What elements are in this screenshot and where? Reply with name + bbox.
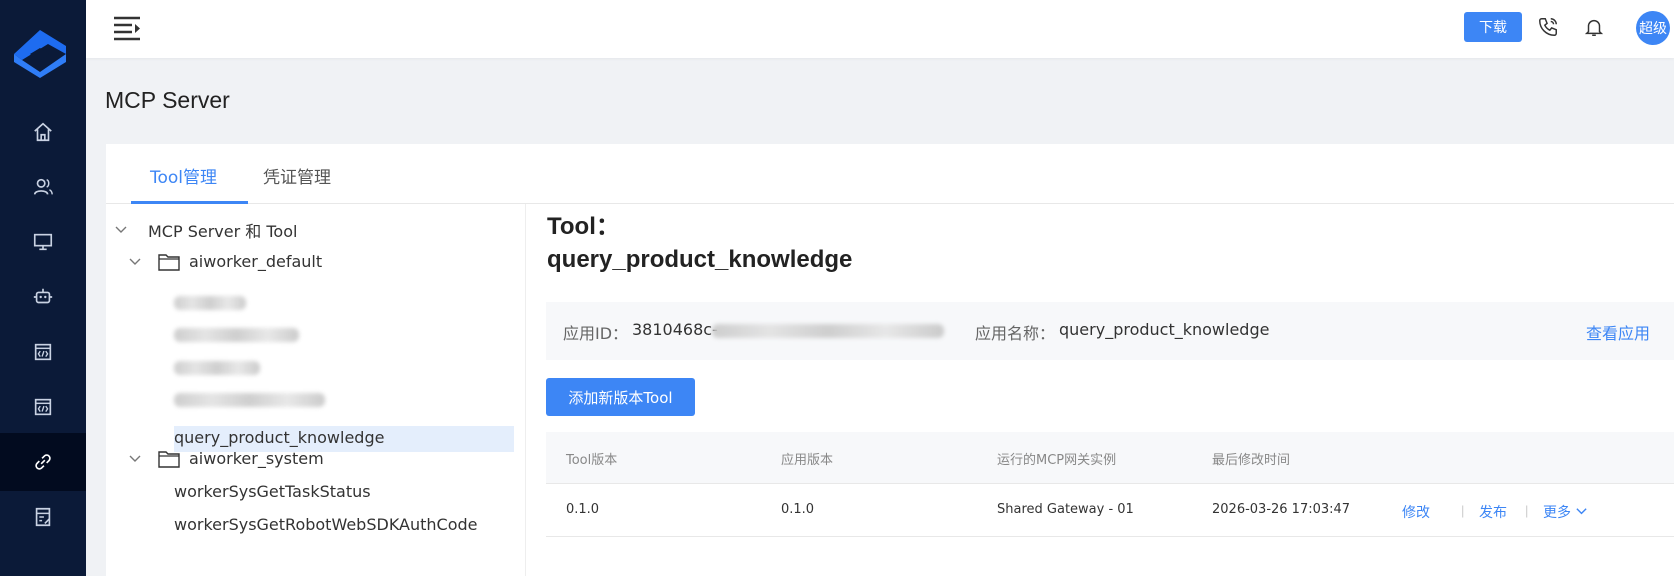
tree-group-label: aiworker_system (189, 449, 324, 468)
code-file-icon (34, 343, 52, 361)
link-icon (35, 454, 51, 470)
tool-heading-prefix: Tool： (547, 213, 620, 240)
app-info-panel: 应用ID： 3810468c- 应用名称： query_product_know… (546, 302, 1674, 360)
robot-icon (33, 288, 53, 304)
bell-icon[interactable] (1583, 16, 1605, 38)
nav-home[interactable] (0, 103, 86, 161)
tab-tool-management[interactable]: Tool管理 (150, 163, 217, 188)
app-id-label: 应用ID： (563, 324, 629, 343)
monitor-icon (33, 233, 53, 251)
app-name-value: query_product_knowledge (1059, 320, 1270, 339)
nav-users[interactable] (0, 158, 86, 216)
column-header: 应用版本 (781, 453, 834, 468)
sidebar (0, 0, 86, 576)
tree-tool-label: query_product_knowledge (174, 428, 385, 447)
tree-group-default[interactable]: aiworker_default (128, 252, 322, 271)
add-tool-version-button[interactable]: 添加新版本Tool (546, 378, 695, 416)
cell-gateway: Shared Gateway - 01 (997, 502, 1134, 517)
avatar[interactable]: 超级 (1636, 11, 1670, 45)
action-separator: | (1461, 503, 1465, 518)
tab-bar: Tool管理 凭证管理 (106, 144, 1674, 204)
nav-code-2[interactable] (0, 378, 86, 436)
app-id-value: 3810468c- (632, 320, 718, 339)
redacted-tool-item[interactable] (174, 361, 260, 375)
folder-icon (158, 450, 180, 468)
nav-mcp-link[interactable] (0, 433, 86, 491)
phone-icon[interactable] (1537, 16, 1559, 38)
tree-tool-item[interactable]: workerSysGetTaskStatus (174, 482, 371, 501)
tab-credential-management[interactable]: 凭证管理 (263, 163, 331, 188)
server-tool-tree: MCP Server 和 Tool aiworker_default query… (106, 204, 526, 576)
more-label: 更多 (1543, 505, 1571, 521)
version-table: Tool版本 应用版本 运行的MCP网关实例 最后修改时间 0.1.0 0.1.… (546, 432, 1674, 537)
edit-link[interactable]: 修改 (1402, 502, 1430, 522)
redacted-tool-item[interactable] (174, 393, 325, 407)
cell-tool-version: 0.1.0 (566, 502, 600, 517)
chevron-down-icon (129, 258, 141, 265)
app-name-label: 应用名称： (975, 324, 1056, 343)
cell-modified-time: 2026-03-26 17:03:47 (1212, 502, 1351, 517)
chevron-down-icon (129, 455, 141, 462)
column-header: 运行的MCP网关实例 (997, 453, 1117, 468)
action-separator: | (1525, 503, 1529, 518)
home-icon (34, 122, 52, 142)
download-button[interactable]: 下载 (1464, 12, 1522, 42)
code-file-icon (34, 398, 52, 416)
nav-robot[interactable] (0, 268, 86, 326)
column-header: 最后修改时间 (1212, 453, 1291, 468)
chevron-down-icon (1576, 508, 1588, 515)
chevron-down-icon (115, 226, 127, 233)
main-card: Tool管理 凭证管理 MCP Server 和 Tool aiworker_d… (106, 144, 1674, 576)
tool-heading: Tool： query_product_knowledge (547, 210, 852, 276)
table-row: 0.1.0 0.1.0 Shared Gateway - 01 2026-03-… (546, 484, 1674, 537)
view-app-link[interactable]: 查看应用 (1586, 320, 1650, 344)
more-dropdown[interactable]: 更多 (1543, 502, 1588, 522)
page-title: MCP Server (105, 87, 230, 113)
cell-app-version: 0.1.0 (781, 502, 815, 517)
folder-icon (158, 253, 180, 271)
tree-tool-selected[interactable]: query_product_knowledge (174, 428, 384, 447)
tree-root-label: MCP Server 和 Tool (148, 222, 298, 241)
tool-heading-name: query_product_knowledge (547, 246, 853, 273)
redacted-app-id (712, 324, 944, 338)
document-edit-icon (35, 507, 51, 527)
users-icon (33, 178, 53, 195)
menu-toggle-icon[interactable] (112, 13, 142, 43)
tree-tool-label: workerSysGetRobotWebSDKAuthCode (174, 515, 478, 534)
column-header: Tool版本 (566, 453, 618, 468)
redacted-tool-item[interactable] (174, 328, 299, 342)
publish-link[interactable]: 发布 (1479, 502, 1507, 522)
tree-root[interactable]: MCP Server 和 Tool (114, 218, 297, 242)
nav-monitor[interactable] (0, 213, 86, 271)
redacted-tool-item[interactable] (174, 296, 246, 310)
table-header: Tool版本 应用版本 运行的MCP网关实例 最后修改时间 (546, 432, 1674, 484)
tree-group-system[interactable]: aiworker_system (128, 449, 324, 468)
app-logo[interactable] (10, 28, 70, 80)
tree-tool-item[interactable]: workerSysGetRobotWebSDKAuthCode (174, 515, 477, 534)
tree-tool-label: workerSysGetTaskStatus (174, 482, 371, 501)
top-header: 下载 超级 (86, 0, 1674, 58)
nav-code-1[interactable] (0, 323, 86, 381)
nav-document[interactable] (0, 488, 86, 546)
tree-group-label: aiworker_default (189, 252, 323, 271)
